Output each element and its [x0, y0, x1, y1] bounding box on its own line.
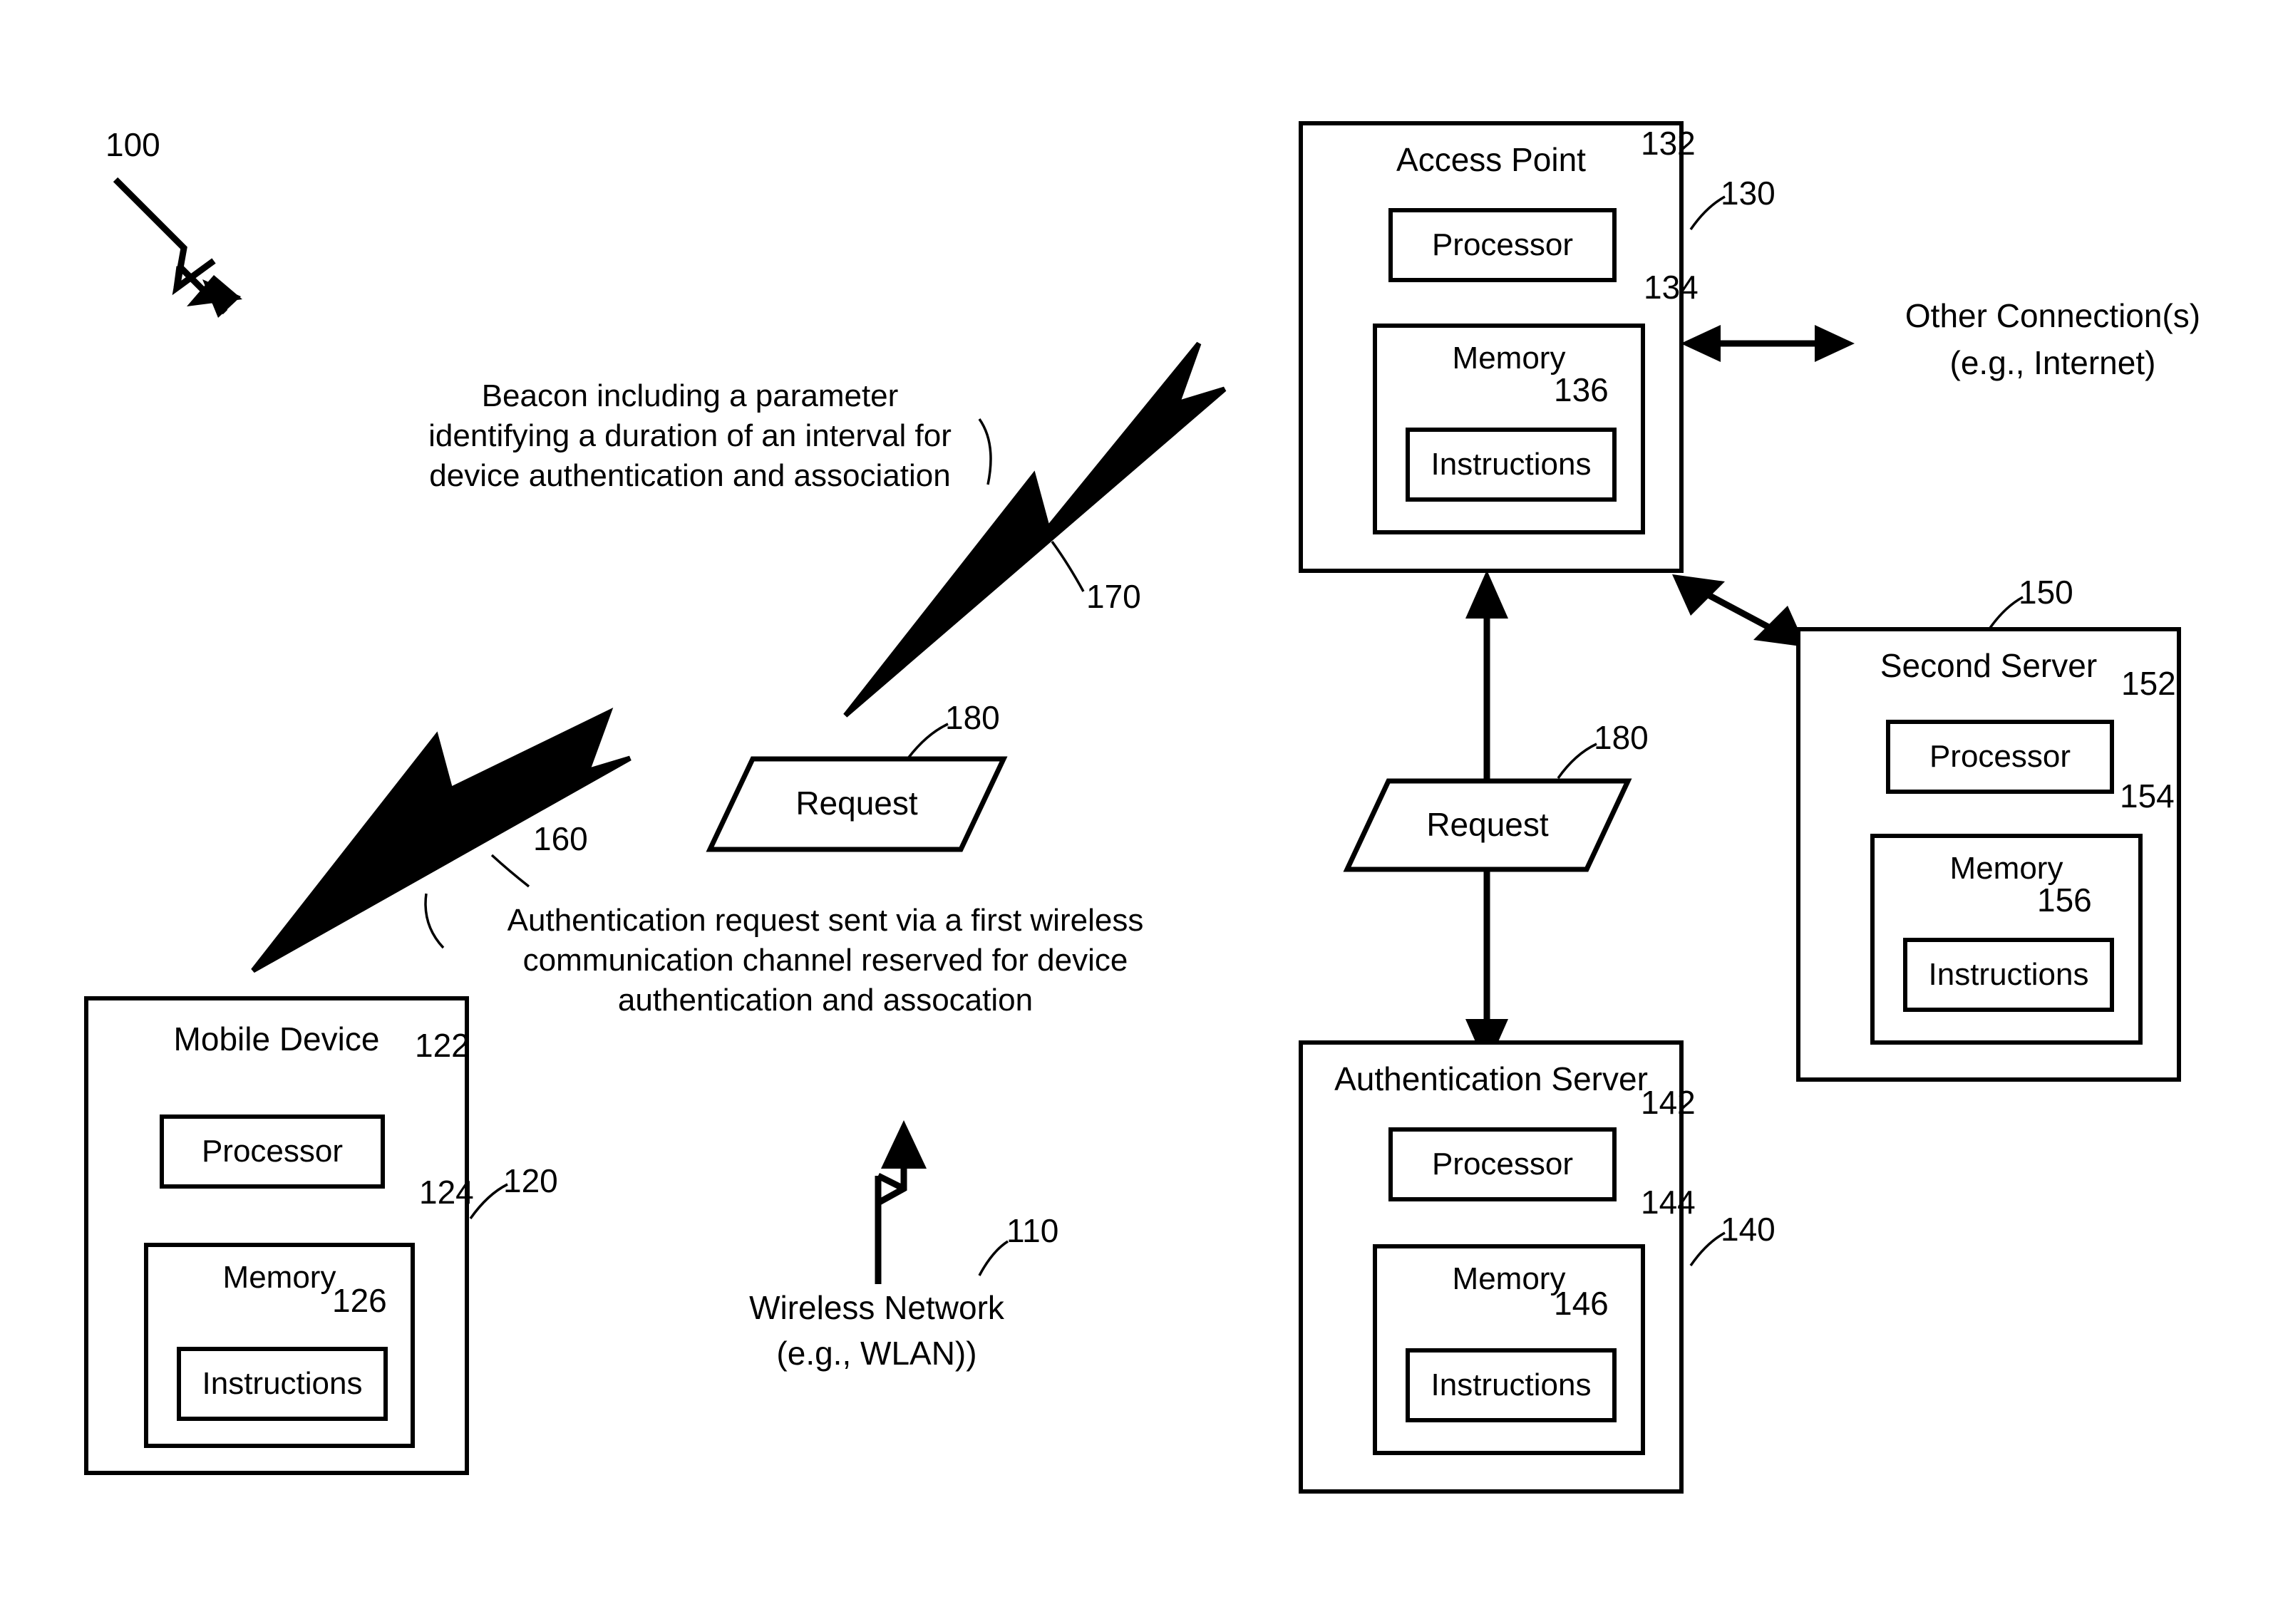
second-server-processor-label: Processor: [1929, 739, 2071, 774]
ref-180-left: 180: [945, 699, 1000, 736]
system-ref-label: 100: [105, 126, 160, 163]
ref-156: 156: [2037, 881, 2092, 919]
lead-line-auth-request-ref: [490, 854, 530, 888]
request-label-center: Request: [1426, 806, 1549, 843]
ref-126: 126: [332, 1282, 387, 1319]
second-server-title: Second Server: [1880, 647, 2098, 684]
request-label-left: Request: [795, 785, 918, 822]
authentication-server-memory-box: Memory Instructions: [1373, 1244, 1645, 1455]
lead-line-120: [469, 1183, 508, 1220]
mobile-device-title: Mobile Device: [173, 1020, 380, 1057]
access-point-processor-label: Processor: [1431, 227, 1574, 262]
mobile-device-processor-box: Processor: [160, 1114, 385, 1189]
lead-line-beacon-ref: [1051, 540, 1085, 592]
wireless-network-antenna-icon: [875, 1120, 927, 1284]
authentication-server-instructions-label: Instructions: [1431, 1367, 1592, 1402]
other-connections-label-line2: (e.g., Internet): [1949, 344, 2156, 381]
ap-second-server-arrow: [1672, 574, 1806, 647]
access-point-title: Access Point: [1396, 141, 1586, 178]
mobile-device-memory-box: Memory Instructions: [144, 1243, 415, 1448]
beacon-description-text: Beacon including a parameter identifying…: [428, 378, 952, 493]
ref-150: 150: [2019, 574, 2073, 611]
auth-request-description-text: Authentication request sent via a first …: [507, 903, 1144, 1018]
mobile-device-box: Mobile Device Processor Memory Instructi…: [84, 996, 469, 1475]
ref-120: 120: [503, 1162, 558, 1199]
ref-122: 122: [415, 1027, 470, 1064]
ref-170: 170: [1086, 578, 1141, 615]
authentication-server-processor-box: Processor: [1388, 1127, 1617, 1201]
second-server-instructions-box: Instructions: [1903, 938, 2114, 1012]
ref-180-center: 180: [1594, 719, 1649, 756]
second-server-memory-box: Memory Instructions: [1870, 834, 2143, 1045]
ref-146: 146: [1554, 1285, 1609, 1322]
ref-142: 142: [1641, 1084, 1696, 1121]
authentication-server-processor-label: Processor: [1431, 1147, 1574, 1181]
wireless-network-label-line1: Wireless Network: [749, 1289, 1004, 1326]
ref-160: 160: [533, 820, 588, 857]
second-server-instructions-label: Instructions: [1928, 957, 2089, 992]
ref-134: 134: [1644, 269, 1699, 306]
access-point-box: Access Point Processor Memory Instructio…: [1299, 121, 1684, 573]
system-ref-arrow: [113, 177, 242, 318]
lead-line-140: [1689, 1231, 1726, 1266]
lead-line-auth-request-text: [424, 893, 445, 949]
ref-152: 152: [2121, 665, 2176, 702]
ref-124: 124: [419, 1174, 474, 1211]
lead-line-130: [1689, 195, 1726, 230]
authentication-server-instructions-box: Instructions: [1406, 1348, 1617, 1422]
access-point-instructions-label: Instructions: [1431, 447, 1592, 482]
other-connections-label-line1: Other Connection(s): [1905, 297, 2201, 334]
ref-110: 110: [1006, 1212, 1059, 1249]
ref-130: 130: [1721, 175, 1776, 212]
authentication-server-box: Authentication Server Processor Memory I…: [1299, 1040, 1684, 1494]
lead-line-150: [1987, 596, 2024, 631]
wireless-network-label-line2: (e.g., WLAN)): [776, 1335, 977, 1372]
ref-144: 144: [1641, 1184, 1696, 1221]
lead-line-request-left-ref: [907, 723, 949, 760]
second-server-processor-box: Processor: [1886, 720, 2114, 794]
mobile-device-instructions-label: Instructions: [202, 1366, 363, 1401]
lead-line-network-ref: [978, 1240, 1009, 1276]
mobile-device-processor-label: Processor: [201, 1134, 344, 1169]
authentication-server-title: Authentication Server: [1334, 1060, 1648, 1097]
other-connections-arrow: [1681, 325, 1855, 362]
mobile-device-instructions-box: Instructions: [177, 1347, 388, 1421]
lead-line-request-center-ref: [1557, 743, 1597, 780]
second-server-memory-label: Memory: [1949, 851, 2063, 886]
access-point-instructions-box: Instructions: [1406, 428, 1617, 502]
access-point-memory-box: Memory Instructions: [1373, 324, 1645, 534]
ref-136: 136: [1554, 371, 1609, 408]
ref-140: 140: [1721, 1211, 1776, 1248]
ref-154: 154: [2120, 777, 2175, 814]
access-point-processor-box: Processor: [1388, 208, 1617, 282]
ref-132: 132: [1641, 125, 1696, 162]
patent-figure-canvas: 100 Mobile Device Processor Memory Instr…: [0, 0, 2278, 1624]
